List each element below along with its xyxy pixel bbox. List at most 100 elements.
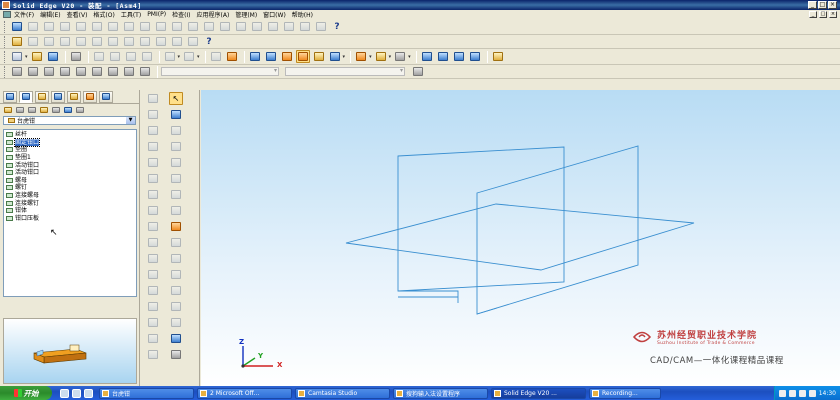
place-part-button[interactable] bbox=[10, 20, 24, 33]
list-item[interactable]: 丝杆 bbox=[4, 131, 136, 139]
display-dropdown-icon[interactable]: ▾ bbox=[408, 54, 411, 60]
cmd-button-v8[interactable] bbox=[169, 204, 183, 217]
align-button[interactable] bbox=[58, 20, 72, 33]
color-button[interactable] bbox=[225, 50, 239, 63]
fit-button[interactable] bbox=[452, 50, 466, 63]
connect-button[interactable] bbox=[90, 20, 104, 33]
list-item[interactable]: 螺钉 bbox=[4, 184, 136, 192]
whats-this-button[interactable] bbox=[491, 50, 505, 63]
tab-reports[interactable] bbox=[83, 90, 97, 103]
feature-button-4[interactable] bbox=[74, 35, 88, 48]
tab-feature-library[interactable] bbox=[35, 90, 49, 103]
gear-button[interactable] bbox=[154, 20, 168, 33]
graphics-window[interactable]: Z Y X 苏州经贸职业技术学院 Suzhou Institute of Tra… bbox=[201, 90, 840, 386]
clock[interactable]: 14:30 bbox=[819, 390, 836, 397]
doc-minimize-button[interactable]: _ bbox=[809, 11, 817, 18]
tab-assembly-pathfinder[interactable] bbox=[3, 90, 17, 103]
angle-button[interactable] bbox=[106, 20, 120, 33]
paste-button[interactable] bbox=[124, 50, 138, 63]
open-button[interactable] bbox=[30, 50, 44, 63]
cmd-button-v5[interactable] bbox=[169, 156, 183, 169]
list-item[interactable]: 钳口压板 bbox=[4, 215, 136, 223]
cmd-button-v14[interactable] bbox=[169, 300, 183, 313]
redo-dropdown-icon[interactable]: ▾ bbox=[197, 54, 200, 60]
place-part-button-v[interactable] bbox=[169, 108, 183, 121]
new-button[interactable] bbox=[10, 50, 24, 63]
tab-sensors[interactable] bbox=[67, 90, 81, 103]
toolbar-grip[interactable] bbox=[4, 65, 7, 78]
cmd-button-11[interactable] bbox=[146, 252, 160, 265]
list-item[interactable]: 垫圈 bbox=[4, 146, 136, 154]
feature-button-8[interactable] bbox=[138, 35, 152, 48]
view-list-icon[interactable] bbox=[63, 105, 73, 114]
parallel-button[interactable] bbox=[186, 20, 200, 33]
document-icon[interactable] bbox=[3, 11, 11, 18]
feature-button-2[interactable] bbox=[42, 35, 56, 48]
cmd-button-v3[interactable] bbox=[169, 124, 183, 137]
help-button-2[interactable]: ? bbox=[202, 35, 216, 48]
ribbon-button-1[interactable] bbox=[10, 65, 24, 78]
cmd-button-16[interactable] bbox=[146, 332, 160, 345]
forward-icon[interactable] bbox=[27, 105, 37, 114]
back-icon[interactable] bbox=[15, 105, 25, 114]
feature-button-9[interactable] bbox=[154, 35, 168, 48]
search-icon[interactable] bbox=[75, 105, 85, 114]
taskbar-item[interactable]: 2 Microsoft Off... bbox=[197, 387, 292, 399]
section-button[interactable] bbox=[374, 50, 388, 63]
cmd-button-v9[interactable] bbox=[169, 220, 183, 233]
cmd-button-v12[interactable] bbox=[169, 268, 183, 281]
format-painter-button[interactable] bbox=[140, 50, 154, 63]
display-config-button[interactable] bbox=[393, 50, 407, 63]
tab-parts-library[interactable] bbox=[19, 90, 33, 103]
menu-pmi[interactable]: PMI(P) bbox=[147, 11, 166, 18]
taskbar-item[interactable]: 搜狗输入法设置程序 bbox=[393, 387, 488, 399]
recorder-icon[interactable] bbox=[808, 389, 816, 397]
cmd-button-v16[interactable] bbox=[169, 332, 183, 345]
feature-button-10[interactable] bbox=[170, 35, 184, 48]
ground-button[interactable] bbox=[170, 20, 184, 33]
feature-button-11[interactable] bbox=[186, 35, 200, 48]
pattern-button[interactable] bbox=[298, 20, 312, 33]
menu-inspect[interactable]: 检查(I) bbox=[172, 10, 190, 19]
menu-view[interactable]: 查看(V) bbox=[67, 10, 88, 19]
match-coordinate-button[interactable] bbox=[234, 20, 248, 33]
network-icon[interactable] bbox=[788, 389, 796, 397]
ribbon-button-10[interactable] bbox=[411, 65, 425, 78]
menu-applications[interactable]: 应用程序(A) bbox=[197, 10, 230, 19]
shaded-button[interactable] bbox=[280, 50, 294, 63]
cmd-button-v7[interactable] bbox=[169, 188, 183, 201]
properties-button[interactable] bbox=[209, 50, 223, 63]
feature-button-5[interactable] bbox=[90, 35, 104, 48]
cmd-button-v11[interactable] bbox=[169, 252, 183, 265]
menu-help[interactable]: 帮助(H) bbox=[292, 10, 313, 19]
cmd-button-14[interactable] bbox=[146, 300, 160, 313]
cmd-button-17[interactable] bbox=[146, 348, 160, 361]
feature-button-7[interactable] bbox=[122, 35, 136, 48]
up-folder-icon[interactable] bbox=[3, 105, 13, 114]
cmd-button-12[interactable] bbox=[146, 268, 160, 281]
feature-button-6[interactable] bbox=[106, 35, 120, 48]
home-icon[interactable] bbox=[39, 105, 49, 114]
list-item[interactable]: 连接螺钉 bbox=[4, 199, 136, 207]
view-iso-button[interactable] bbox=[248, 50, 262, 63]
flash-fit-button[interactable] bbox=[218, 20, 232, 33]
rigid-set-button[interactable] bbox=[282, 20, 296, 33]
toolbar-grip[interactable] bbox=[4, 50, 7, 63]
cmd-button-9[interactable] bbox=[146, 220, 160, 233]
feature-button-1[interactable] bbox=[26, 35, 40, 48]
reference-plane-right[interactable] bbox=[476, 145, 639, 315]
list-item[interactable]: 活动钳口 bbox=[4, 169, 136, 177]
chevron-down-icon[interactable]: ▼ bbox=[126, 117, 135, 124]
taskbar-item[interactable]: Camtasia Studio bbox=[295, 387, 390, 399]
visible-edges-button[interactable] bbox=[312, 50, 326, 63]
tab-layers[interactable] bbox=[51, 90, 65, 103]
cmd-button-4[interactable] bbox=[146, 140, 160, 153]
refresh-icon[interactable] bbox=[51, 105, 61, 114]
menu-format[interactable]: 格式(O) bbox=[93, 10, 114, 19]
ribbon-button-5[interactable] bbox=[74, 65, 88, 78]
cmd-button-6[interactable] bbox=[146, 172, 160, 185]
menu-edit[interactable]: 编辑(E) bbox=[40, 10, 60, 19]
cmd-button-8[interactable] bbox=[146, 204, 160, 217]
select-tool-button[interactable]: ↖ bbox=[169, 92, 183, 105]
browser-icon[interactable] bbox=[72, 388, 81, 398]
